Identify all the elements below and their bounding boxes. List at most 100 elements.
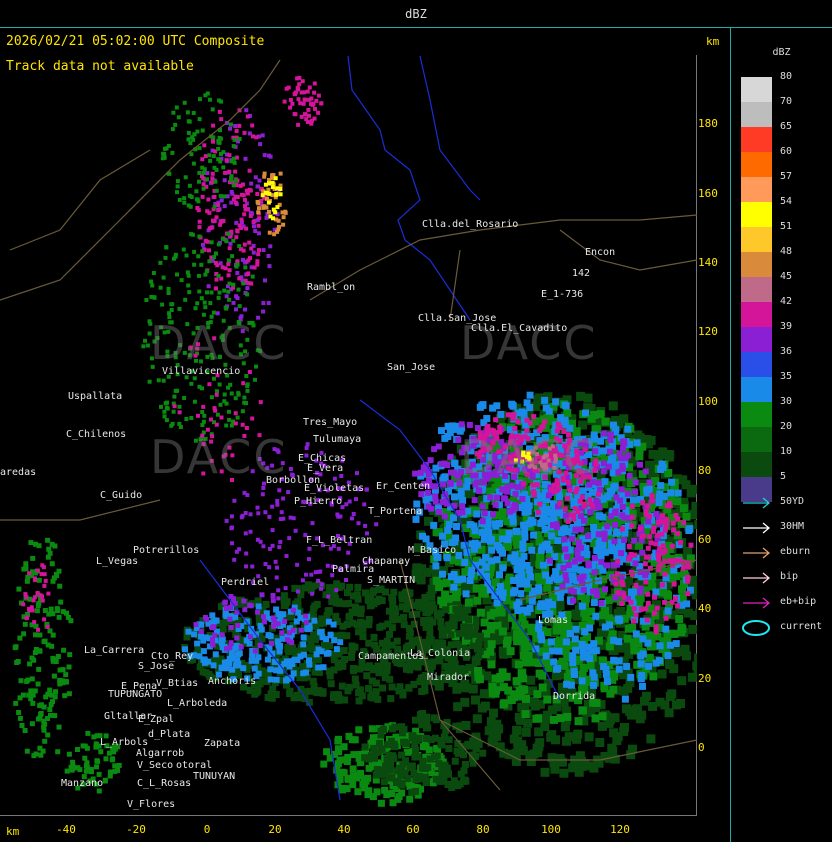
radar-echo-cell xyxy=(226,655,233,662)
radar-echo-cell xyxy=(566,630,574,638)
radar-echo-cell xyxy=(454,607,462,615)
radar-echo-cell xyxy=(377,731,385,739)
radar-echo-cell xyxy=(235,262,240,267)
radar-echo-cell xyxy=(675,647,685,657)
radar-echo-cell xyxy=(293,112,298,117)
radar-echo-cell xyxy=(526,675,536,685)
radar-echo-cell xyxy=(54,606,60,612)
radar-echo-cell xyxy=(621,537,628,544)
radar-echo-cell xyxy=(226,273,231,278)
radar-echo-cell xyxy=(548,532,556,540)
radar-echo-cell xyxy=(22,728,28,733)
radar-echo-cell xyxy=(49,561,55,567)
radar-echo-cell xyxy=(419,532,426,540)
radar-echo-cell xyxy=(251,665,258,672)
radar-echo-cell xyxy=(543,695,552,704)
radar-echo-cell xyxy=(580,573,587,580)
radar-echo-cell xyxy=(207,259,212,264)
radar-echo-cell xyxy=(592,647,600,655)
radar-echo-cell xyxy=(267,181,271,186)
radar-echo-cell xyxy=(234,129,239,133)
radar-echo-cell xyxy=(547,705,557,715)
radar-echo-cell xyxy=(571,558,578,565)
radar-echo-cell xyxy=(15,659,21,664)
radar-echo-cell xyxy=(194,640,201,647)
radar-echo-cell xyxy=(626,556,632,562)
radar-echo-cell xyxy=(624,425,632,433)
radar-echo-cell xyxy=(273,606,280,613)
radar-echo-cell xyxy=(175,184,180,189)
radar-echo-cell xyxy=(40,563,45,568)
radar-echo-cell xyxy=(218,222,223,227)
radar-echo-cell xyxy=(227,297,232,302)
radar-echo-cell xyxy=(249,281,254,286)
radar-echo-cell xyxy=(275,205,280,210)
radar-echo-cell xyxy=(580,586,587,593)
radar-echo-cell xyxy=(487,622,496,630)
radar-echo-cell xyxy=(643,606,649,612)
radar-echo-cell xyxy=(360,776,368,784)
radar-echo-cell xyxy=(281,215,286,220)
radar-echo-cell xyxy=(197,225,202,230)
radar-echo-cell xyxy=(565,562,572,569)
radar-echo-cell xyxy=(612,529,620,537)
radar-echo-cell xyxy=(452,534,460,542)
radar-echo-cell xyxy=(171,110,176,115)
radar-echo-cell xyxy=(378,597,386,604)
radar-echo-cell xyxy=(151,271,156,275)
radar-echo-cell xyxy=(259,592,265,598)
radar-echo-cell xyxy=(206,197,211,202)
radar-echo-cell xyxy=(210,636,215,642)
radar-echo-cell xyxy=(300,651,307,658)
radar-echo-cell xyxy=(447,453,454,460)
radar-echo-cell xyxy=(543,603,551,611)
radar-echo-cell xyxy=(257,216,262,221)
radar-echo-cell xyxy=(162,414,167,419)
radar-echo-cell xyxy=(298,627,304,633)
radar-echo-cell xyxy=(232,137,237,142)
radar-echo-cell xyxy=(301,101,306,106)
radar-echo-cell xyxy=(458,421,465,428)
radar-echo-cell xyxy=(663,615,669,621)
radar-echo-cell xyxy=(233,200,238,205)
radar-echo-cell xyxy=(237,276,242,281)
radar-echo-cell xyxy=(165,400,169,405)
radar-echo-cell xyxy=(359,633,367,641)
radar-echo-cell xyxy=(318,648,325,655)
radar-echo-cell xyxy=(662,625,670,633)
radar-echo-cell xyxy=(58,599,64,605)
radar-echo-cell xyxy=(590,588,597,595)
radar-echo-cell xyxy=(264,694,272,701)
radar-echo-cell xyxy=(354,584,362,591)
radar-echo-cell xyxy=(623,634,632,643)
radar-echo-cell xyxy=(296,122,301,127)
radar-echo-cell xyxy=(632,560,639,567)
radar-echo-cell xyxy=(679,504,688,513)
radar-echo-cell xyxy=(506,647,515,656)
radar-echo-cell xyxy=(197,146,202,151)
radar-echo-cell xyxy=(476,608,485,617)
radar-echo-cell xyxy=(36,666,42,672)
radar-echo-cell xyxy=(601,535,608,542)
radar-echo-cell xyxy=(571,512,577,518)
radar-echo-cell xyxy=(200,165,205,170)
radar-echo-cell xyxy=(453,640,461,648)
radar-echo-cell xyxy=(29,721,35,727)
radar-echo-cell xyxy=(60,609,66,615)
radar-echo-cell xyxy=(408,637,416,645)
radar-echo-cell xyxy=(485,529,493,537)
radar-echo-cell xyxy=(152,295,157,300)
radar-echo-cell xyxy=(30,555,36,561)
radar-echo-cell xyxy=(227,246,232,251)
radar-echo-cell xyxy=(436,777,443,785)
radar-echo-cell xyxy=(652,610,657,616)
radar-echo-cell xyxy=(240,665,247,672)
radar-echo-cell xyxy=(430,714,438,722)
radar-echo-cell xyxy=(303,613,309,619)
radar-echo-cell xyxy=(350,751,358,759)
radar-echo-cell xyxy=(531,491,537,497)
radar-echo-cell xyxy=(233,421,238,426)
radar-echo-cell xyxy=(473,596,482,605)
radar-echo-cell xyxy=(243,307,247,312)
radar-echo-cell xyxy=(161,275,166,280)
